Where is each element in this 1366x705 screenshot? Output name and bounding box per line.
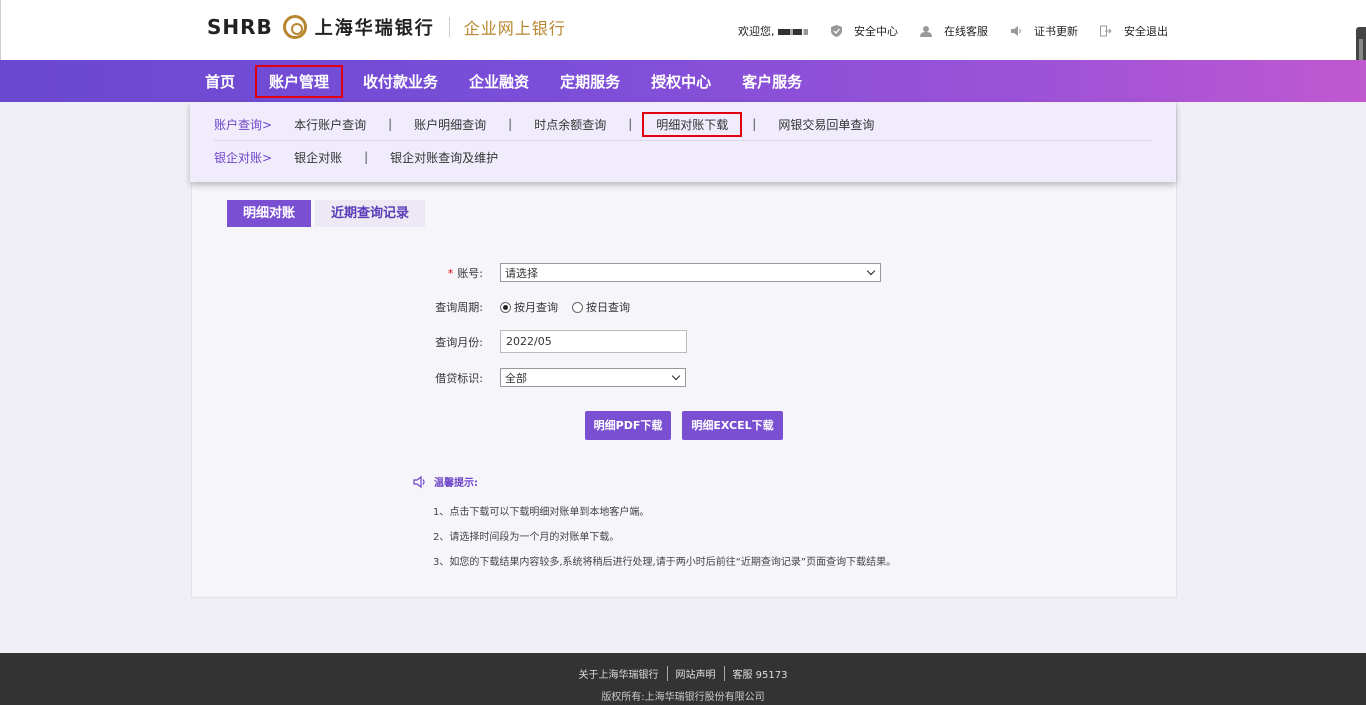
submenu-item-account-detail-query[interactable]: 账户明细查询 [414,116,486,133]
account-select[interactable]: 请选择 [500,263,881,282]
tab-recent-records[interactable]: 近期查询记录 [315,200,426,227]
debit-credit-select-value: 全部 [505,371,527,385]
tip-item: 3、如您的下载结果内容较多,系统将稍后进行处理,请于两小时后前往“近期查询记录”… [433,557,897,568]
submenu-item-statement-download[interactable]: 明细对账下载 [642,111,743,137]
required-mark: * [447,266,454,280]
footer-links: 关于上海华瑞银行 网站声明 客服 95173 [0,666,1366,681]
submenu-item-receipt-query[interactable]: 网银交易回单查询 [778,116,874,133]
account-row: * 账号: 请选择 [400,263,881,282]
welcome-text: 欢迎您, [738,23,808,39]
top-links: 欢迎您, 安全中心 在线客服 证书更新 安全退出 [738,23,1190,39]
security-center-label: 安全中心 [854,25,898,38]
tab-statement[interactable]: 明细对账 [227,200,312,227]
submenu-divider [214,140,1152,141]
nav-authorization-center[interactable]: 授权中心 [651,71,711,92]
tip-item: 2、请选择时间段为一个月的对账单下载。 [433,532,620,543]
tips-title: 温馨提示: [434,478,478,489]
radio-by-day-label[interactable]: 按日查询 [586,299,630,315]
masked-username [778,29,808,35]
account-label: * 账号: [400,265,500,281]
submenu-separator: | [364,150,369,164]
pdf-download-button[interactable]: 明细PDF下载 [585,411,671,440]
submenu-item-point-balance-query[interactable]: 时点余额查询 [534,116,606,133]
debit-credit-label: 借贷标识: [435,371,483,385]
submenu-row-reconciliation: 银企对账> 银企对账 | 银企对账查询及维护 [214,147,498,167]
submenu-separator: | [388,117,393,131]
logout-label: 安全退出 [1124,25,1168,38]
chevron-down-icon [867,268,876,277]
portal-name: 企业网上银行 [463,19,566,38]
user-service-icon [920,25,932,37]
account-select-value: 请选择 [505,266,538,280]
submenu-separator: | [628,117,633,131]
logo-divider [448,17,450,37]
debit-credit-select[interactable]: 全部 [500,368,686,387]
logo-latin: SHRB [207,15,273,39]
submenu-category-reconciliation[interactable]: 银企对账> [214,149,272,166]
welcome-label: 欢迎您, [738,25,775,38]
account-submenu: 账户查询> 本行账户查询 | 账户明细查询 | 时点余额查询 | 明细对账下载 … [190,102,1176,182]
nav-customer-service[interactable]: 客户服务 [742,71,802,92]
month-label: 查询月份: [435,335,483,349]
submenu-category-account-query[interactable]: 账户查询> [214,116,272,133]
logo-chinese-name: 上海华瑞银行 [314,18,435,39]
content-tabs: 明细对账 近期查询记录 [227,200,426,227]
radio-by-day[interactable] [572,301,583,313]
submenu-item-bank-account-query[interactable]: 本行账户查询 [294,116,366,133]
logout-icon [1100,25,1112,37]
period-row: 查询周期: 按月查询 按日查询 [400,299,644,315]
footer: 关于上海华瑞银行 网站声明 客服 95173 版权所有:上海华瑞银行股份有限公司 [0,653,1366,705]
nav-account-management[interactable]: 账户管理 [255,64,344,106]
excel-download-button[interactable]: 明细EXCEL下载 [682,411,783,440]
shield-icon [830,25,842,37]
period-label: 查询周期: [435,301,483,314]
footer-link-about[interactable]: 关于上海华瑞银行 [571,666,668,681]
tips-heading: 温馨提示: [413,474,896,489]
certificate-icon [1010,25,1022,37]
debit-credit-row: 借贷标识: 全部 [400,368,686,387]
submenu-row-account-query: 账户查询> 本行账户查询 | 账户明细查询 | 时点余额查询 | 明细对账下载 … [214,111,874,137]
account-label-text: 账号: [457,266,483,280]
certificate-update-link[interactable]: 证书更新 [1010,23,1078,39]
nav-deposit-services[interactable]: 定期服务 [560,71,620,92]
logout-link[interactable]: 安全退出 [1100,23,1168,39]
footer-copyright: 版权所有:上海华瑞银行股份有限公司 [601,692,765,703]
footer-link-statement[interactable]: 网站声明 [668,666,725,681]
period-radio-group: 按月查询 按日查询 [500,299,644,315]
bank-logo[interactable]: SHRB 上海华瑞银行 企业网上银行 [207,14,566,40]
radio-by-month-label[interactable]: 按月查询 [514,299,558,315]
month-row: 查询月份: 2022/05 [400,330,687,353]
radio-by-month[interactable] [500,301,511,313]
submenu-separator: | [508,117,513,131]
logo-emblem-icon [282,15,307,39]
online-service-link[interactable]: 在线客服 [920,23,988,39]
certificate-update-label: 证书更新 [1034,25,1078,38]
month-input[interactable]: 2022/05 [500,330,687,353]
main-nav: 首页 账户管理 收付款业务 企业融资 定期服务 授权中心 客户服务 [0,60,1366,106]
header: SHRB 上海华瑞银行 企业网上银行 欢迎您, 安全中心 在线客服 证书更新 安… [0,0,1366,60]
tip-item: 1、点击下载可以下载明细对账单到本地客户端。 [433,507,650,518]
nav-financing[interactable]: 企业融资 [469,71,529,92]
tips-section: 温馨提示: 1、点击下载可以下载明细对账单到本地客户端。 2、请选择时间段为一个… [413,474,896,578]
security-center-link[interactable]: 安全中心 [830,23,898,39]
submenu-separator: | [752,117,757,131]
submenu-item-reconciliation-query[interactable]: 银企对账查询及维护 [390,149,498,166]
nav-home[interactable]: 首页 [205,71,235,92]
speaker-icon [413,475,427,489]
chevron-down-icon [672,373,681,382]
submenu-item-bank-enterprise-reconciliation[interactable]: 银企对账 [294,149,342,166]
footer-customer-service: 客服 95173 [732,670,788,681]
online-service-label: 在线客服 [944,25,988,38]
nav-payments[interactable]: 收付款业务 [363,71,438,92]
